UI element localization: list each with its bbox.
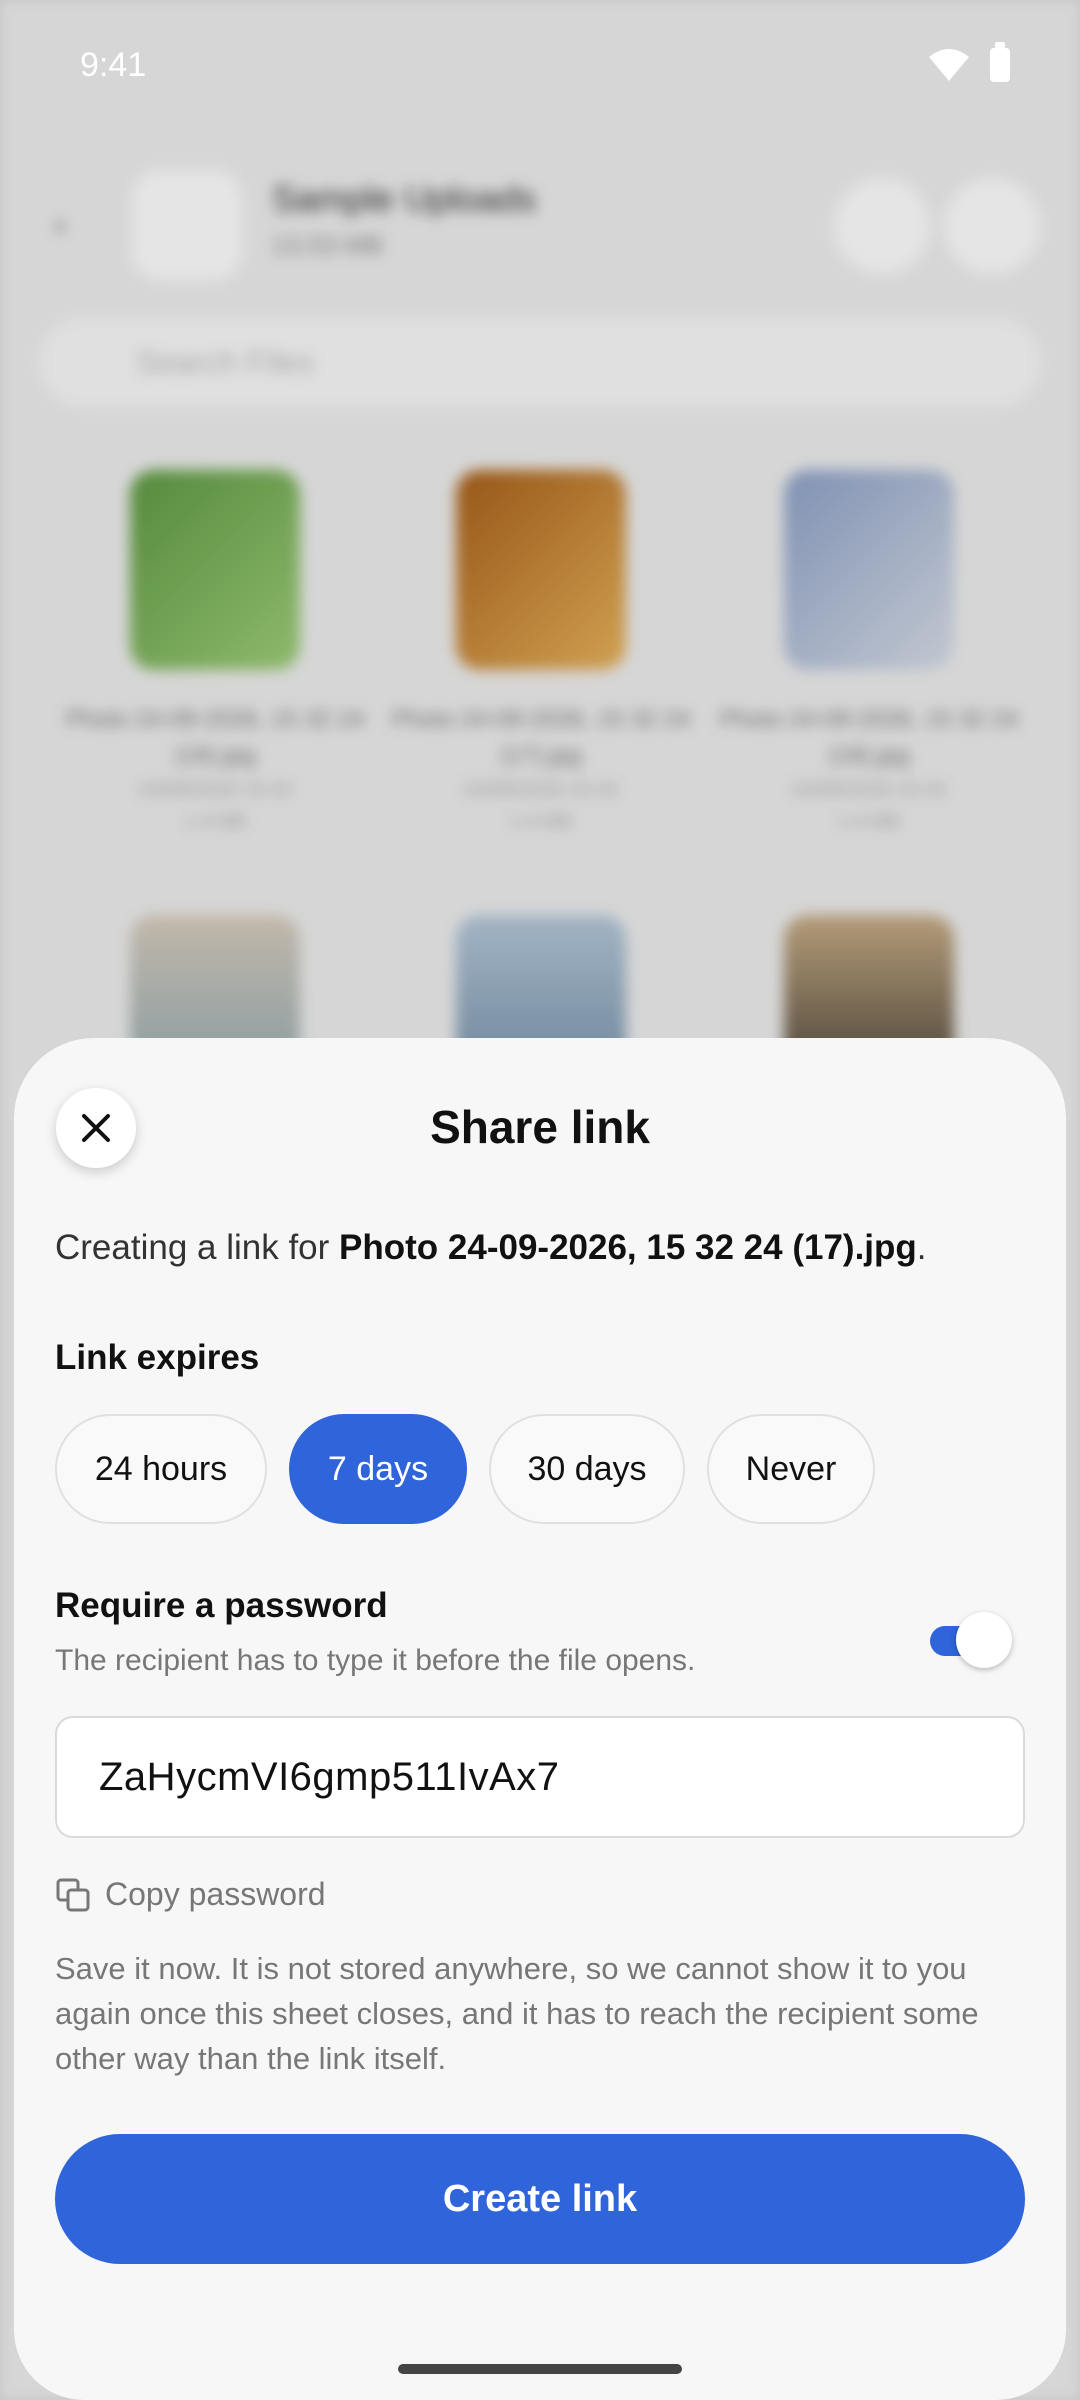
home-indicator[interactable] (398, 2364, 682, 2374)
toggle-knob (956, 1612, 1012, 1668)
intro-prefix: Creating a link for (55, 1228, 340, 1267)
expiry-options: 24 hours 7 days 30 days Never (55, 1414, 875, 1524)
password-label: Require a password (55, 1586, 388, 1625)
intro-text: Creating a link for Photo 24-09-2026, 15… (55, 1228, 927, 1268)
battery-icon (990, 42, 1010, 82)
password-toggle[interactable] (930, 1612, 1012, 1668)
status-bar: 9:41 (0, 0, 1080, 130)
save-warning-note: Save it now. It is not stored anywhere, … (55, 1951, 979, 2076)
intro-suffix: . (916, 1228, 927, 1267)
expiry-option-never[interactable]: Never (707, 1414, 875, 1524)
copy-password-label: Copy password (105, 1876, 326, 1912)
copy-icon (56, 1878, 90, 1911)
expiry-option-24-hours[interactable]: 24 hours (55, 1414, 267, 1524)
file-name-highlight: Photo 24-09-2026, 15 32 24 (17).jpg (339, 1228, 917, 1267)
wifi-icon (929, 49, 969, 81)
status-icons (928, 42, 1010, 82)
create-link-button[interactable]: Create link (55, 2134, 1025, 2264)
status-time: 9:41 (80, 46, 147, 84)
copy-password-button[interactable]: Copy password (55, 1876, 326, 1913)
link-expires-label: Link expires (55, 1338, 260, 1377)
sheet-title: Share link (430, 1101, 650, 1153)
share-link-sheet: Share link Creating a link for Photo 24-… (14, 1038, 1066, 2400)
password-field[interactable]: ZaHycmVI6gmp511IvAx7 (55, 1716, 1025, 1838)
expiry-option-7-days[interactable]: 7 days (289, 1414, 467, 1524)
expiry-option-30-days[interactable]: 30 days (489, 1414, 685, 1524)
password-description: The recipient has to type it before the … (55, 1644, 696, 1677)
